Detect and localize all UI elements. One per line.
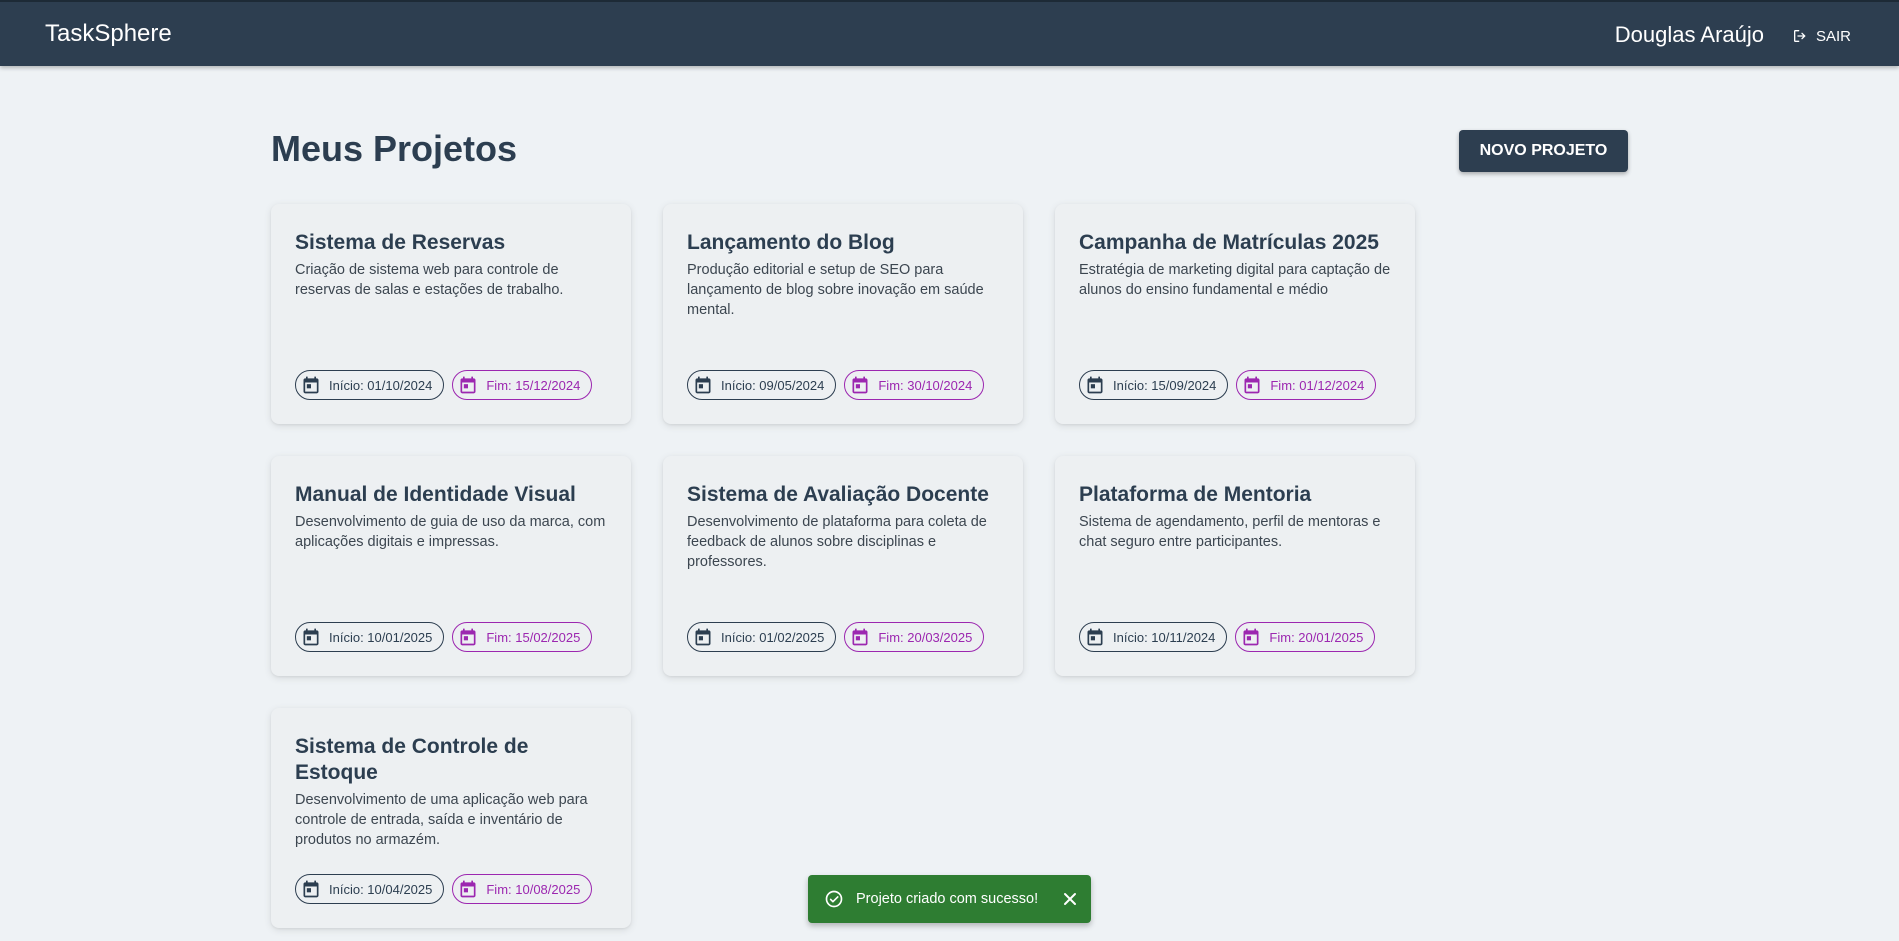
calendar-icon xyxy=(458,879,478,899)
start-date-chip: Início: 10/04/2025 xyxy=(295,874,445,904)
user-name: Douglas Araújo xyxy=(1614,22,1764,47)
end-date-label: Fim: 20/01/2025 xyxy=(1269,629,1364,645)
project-description: Produção editorial e setup de SEO para l… xyxy=(687,262,984,318)
page-title: Meus Projetos xyxy=(271,128,518,169)
end-date-label: Fim: 15/02/2025 xyxy=(486,629,581,645)
end-date-label: Fim: 30/10/2024 xyxy=(878,377,973,393)
end-date-chip: Fim: 15/12/2024 xyxy=(452,370,593,400)
project-dates: Início: 15/09/2024 Fim: 01/12/2024 xyxy=(1079,370,1377,400)
app-bar: TaskSphere Douglas Araújo SAIR xyxy=(0,0,1899,66)
calendar-icon xyxy=(693,627,713,647)
snackbar-message: Projeto criado com sucesso! xyxy=(856,891,1039,907)
start-date-label: Início: 01/02/2025 xyxy=(721,629,825,645)
end-date-label: Fim: 20/03/2025 xyxy=(878,629,973,645)
project-card[interactable]: Campanha de Matrículas 2025 Estratégia d… xyxy=(1055,204,1415,424)
end-date-label: Fim: 10/08/2025 xyxy=(486,881,581,897)
new-project-button[interactable]: NOVO PROJETO xyxy=(1459,130,1628,172)
project-description: Sistema de agendamento, perfil de mentor… xyxy=(1079,514,1381,550)
project-description: Estratégia de marketing digital para cap… xyxy=(1079,262,1391,298)
end-date-label: Fim: 15/12/2024 xyxy=(486,377,581,393)
project-description: Desenvolvimento de guia de uso da marca,… xyxy=(295,514,606,550)
project-description: Desenvolvimento de plataforma para colet… xyxy=(687,514,987,570)
end-date-chip: Fim: 20/01/2025 xyxy=(1235,622,1376,652)
calendar-icon xyxy=(301,375,321,395)
calendar-icon xyxy=(458,375,478,395)
project-title: Campanha de Matrículas 2025 xyxy=(1079,231,1379,254)
project-description: Desenvolvimento de uma aplicação web par… xyxy=(295,792,588,848)
logout-button[interactable]: SAIR xyxy=(1792,22,1851,50)
calendar-icon xyxy=(1241,627,1261,647)
end-date-chip: Fim: 30/10/2024 xyxy=(844,370,985,400)
start-date-label: Início: 10/04/2025 xyxy=(329,881,433,897)
end-date-chip: Fim: 01/12/2024 xyxy=(1236,370,1377,400)
calendar-icon xyxy=(1085,627,1105,647)
check-circle-icon xyxy=(824,889,844,909)
project-title: Sistema de Reservas xyxy=(295,231,506,254)
start-date-label: Início: 15/09/2024 xyxy=(1113,377,1217,393)
logout-label: SAIR xyxy=(1815,27,1851,45)
end-date-label: Fim: 01/12/2024 xyxy=(1270,377,1365,393)
project-card[interactable]: Plataforma de Mentoria Sistema de agenda… xyxy=(1055,456,1415,676)
calendar-icon xyxy=(1085,375,1105,395)
start-date-chip: Início: 09/05/2024 xyxy=(687,370,837,400)
end-date-chip: Fim: 10/08/2025 xyxy=(452,874,593,904)
start-date-label: Início: 10/01/2025 xyxy=(329,629,433,645)
calendar-icon xyxy=(850,627,870,647)
end-date-chip: Fim: 20/03/2025 xyxy=(844,622,985,652)
brand-logo-text[interactable]: TaskSphere xyxy=(45,20,172,48)
start-date-chip: Início: 10/11/2024 xyxy=(1079,622,1228,652)
project-dates: Início: 09/05/2024 Fim: 30/10/2024 xyxy=(687,370,985,400)
project-dates: Início: 01/10/2024 Fim: 15/12/2024 xyxy=(295,370,593,400)
calendar-icon xyxy=(458,627,478,647)
project-card[interactable]: Sistema de Avaliação Docente Desenvolvim… xyxy=(663,456,1023,676)
start-date-label: Início: 09/05/2024 xyxy=(721,377,825,393)
end-date-chip: Fim: 15/02/2025 xyxy=(452,622,593,652)
project-card[interactable]: Sistema de Reservas Criação de sistema w… xyxy=(271,204,631,424)
calendar-icon xyxy=(301,627,321,647)
project-card[interactable]: Manual de Identidade Visual Desenvolvime… xyxy=(271,456,631,676)
project-grid: Sistema de Reservas Criação de sistema w… xyxy=(271,204,1415,928)
calendar-icon xyxy=(301,879,321,899)
project-card[interactable]: Sistema de Controle de Estoque Desenvolv… xyxy=(271,708,631,928)
project-title: Manual de Identidade Visual xyxy=(295,483,576,506)
project-title: Plataforma de Mentoria xyxy=(1079,483,1312,506)
project-card[interactable]: Lançamento do Blog Produção editorial e … xyxy=(663,204,1023,424)
success-snackbar: Projeto criado com sucesso! xyxy=(808,875,1091,923)
calendar-icon xyxy=(1242,375,1262,395)
calendar-icon xyxy=(693,375,713,395)
start-date-label: Início: 10/11/2024 xyxy=(1113,629,1216,645)
project-dates: Início: 10/04/2025 Fim: 10/08/2025 xyxy=(295,874,593,904)
logout-icon xyxy=(1792,28,1808,44)
start-date-label: Início: 01/10/2024 xyxy=(329,377,433,393)
calendar-icon xyxy=(850,375,870,395)
project-dates: Início: 10/11/2024 Fim: 20/01/2025 xyxy=(1079,622,1376,652)
start-date-chip: Início: 10/01/2025 xyxy=(295,622,445,652)
project-description: Criação de sistema web para controle de … xyxy=(295,262,564,298)
project-dates: Início: 01/02/2025 Fim: 20/03/2025 xyxy=(687,622,985,652)
start-date-chip: Início: 15/09/2024 xyxy=(1079,370,1229,400)
project-title: Sistema de Avaliação Docente xyxy=(687,483,989,506)
start-date-chip: Início: 01/10/2024 xyxy=(295,370,445,400)
close-icon[interactable] xyxy=(1063,892,1077,906)
project-title: Lançamento do Blog xyxy=(687,231,895,254)
project-dates: Início: 10/01/2025 Fim: 15/02/2025 xyxy=(295,622,593,652)
start-date-chip: Início: 01/02/2025 xyxy=(687,622,837,652)
project-title: Sistema de Controle de Estoque xyxy=(295,735,529,784)
